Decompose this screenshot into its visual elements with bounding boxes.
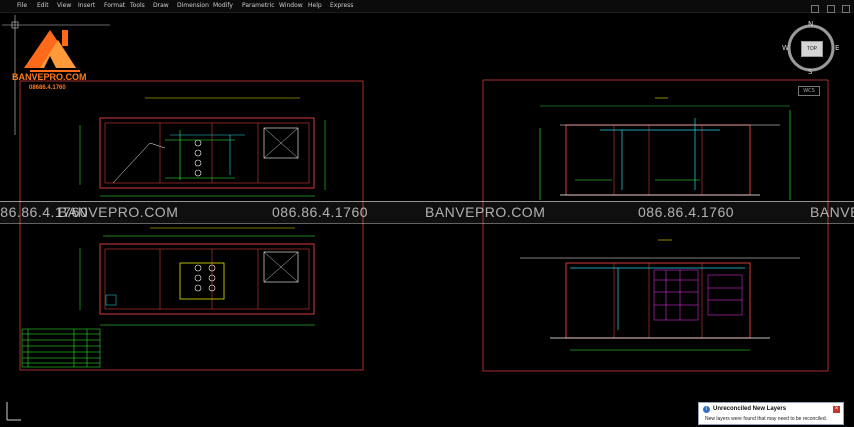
viewcube-top-face[interactable]: TOP: [801, 41, 823, 57]
right-sheet-frame: [482, 79, 829, 372]
watermark-site: BANVEPRO.COM: [425, 204, 546, 220]
menu-express[interactable]: Express: [330, 2, 353, 10]
restore-button[interactable]: [826, 5, 835, 13]
plan-view-lower: [79, 227, 315, 326]
left-sheet-frame: [19, 80, 364, 371]
window-controls: [808, 0, 850, 13]
ucs-icon: [3, 400, 23, 422]
menu-tools[interactable]: Tools: [130, 2, 145, 10]
watermark-site: BANVEPRO.COM: [58, 204, 179, 220]
menu-dimension[interactable]: Dimension: [177, 2, 209, 10]
watermark-band: 086.86.4.1760 BANVEPRO.COM 086.86.4.1760…: [0, 201, 854, 224]
menu-window[interactable]: Window: [279, 2, 303, 10]
compass-west[interactable]: W: [782, 44, 789, 52]
menu-parametric[interactable]: Parametric: [242, 2, 275, 10]
menu-edit[interactable]: Edit: [37, 2, 49, 10]
logo-name: BANVEPRO.COM: [12, 72, 87, 82]
notification-balloon[interactable]: i Unreconciled New Layers New layers wer…: [698, 402, 844, 425]
close-button[interactable]: [842, 5, 850, 13]
minimize-button[interactable]: [811, 5, 820, 13]
info-icon: i: [703, 406, 710, 413]
menu-modify[interactable]: Modify: [213, 2, 233, 10]
section-view-upper: [539, 97, 791, 200]
section-view-lower: [520, 239, 800, 351]
watermark-site: BANVEPRO.COM: [810, 204, 854, 220]
compass-north[interactable]: N: [808, 20, 813, 28]
notification-title: Unreconciled New Layers: [713, 406, 787, 412]
close-icon[interactable]: ×: [833, 406, 840, 413]
watermark-phone: 086.86.4.1760: [272, 204, 369, 220]
compass-east[interactable]: E: [835, 44, 839, 52]
menu-draw[interactable]: Draw: [153, 2, 169, 10]
menu-help[interactable]: Help: [308, 2, 322, 10]
menu-file[interactable]: File: [17, 2, 27, 10]
legend-table: [21, 328, 101, 368]
viewcube-icon[interactable]: N S E W TOP: [778, 18, 844, 84]
compass-south[interactable]: S: [808, 68, 812, 76]
menu-format[interactable]: Format: [104, 2, 125, 10]
watermark-phone: 086.86.4.1760: [638, 204, 735, 220]
menu-view[interactable]: View: [57, 2, 71, 10]
plan-view-upper: [79, 97, 326, 197]
menu-insert[interactable]: Insert: [78, 2, 95, 10]
wcs-menu-button[interactable]: WCS: [798, 86, 820, 96]
logo-phone: 08686.4.1760: [29, 85, 66, 91]
menu-bar: File Edit View Insert Format Tools Draw …: [0, 0, 854, 13]
notification-body[interactable]: New layers were found that may need to b…: [705, 416, 827, 422]
house-logo-icon: [10, 16, 102, 96]
